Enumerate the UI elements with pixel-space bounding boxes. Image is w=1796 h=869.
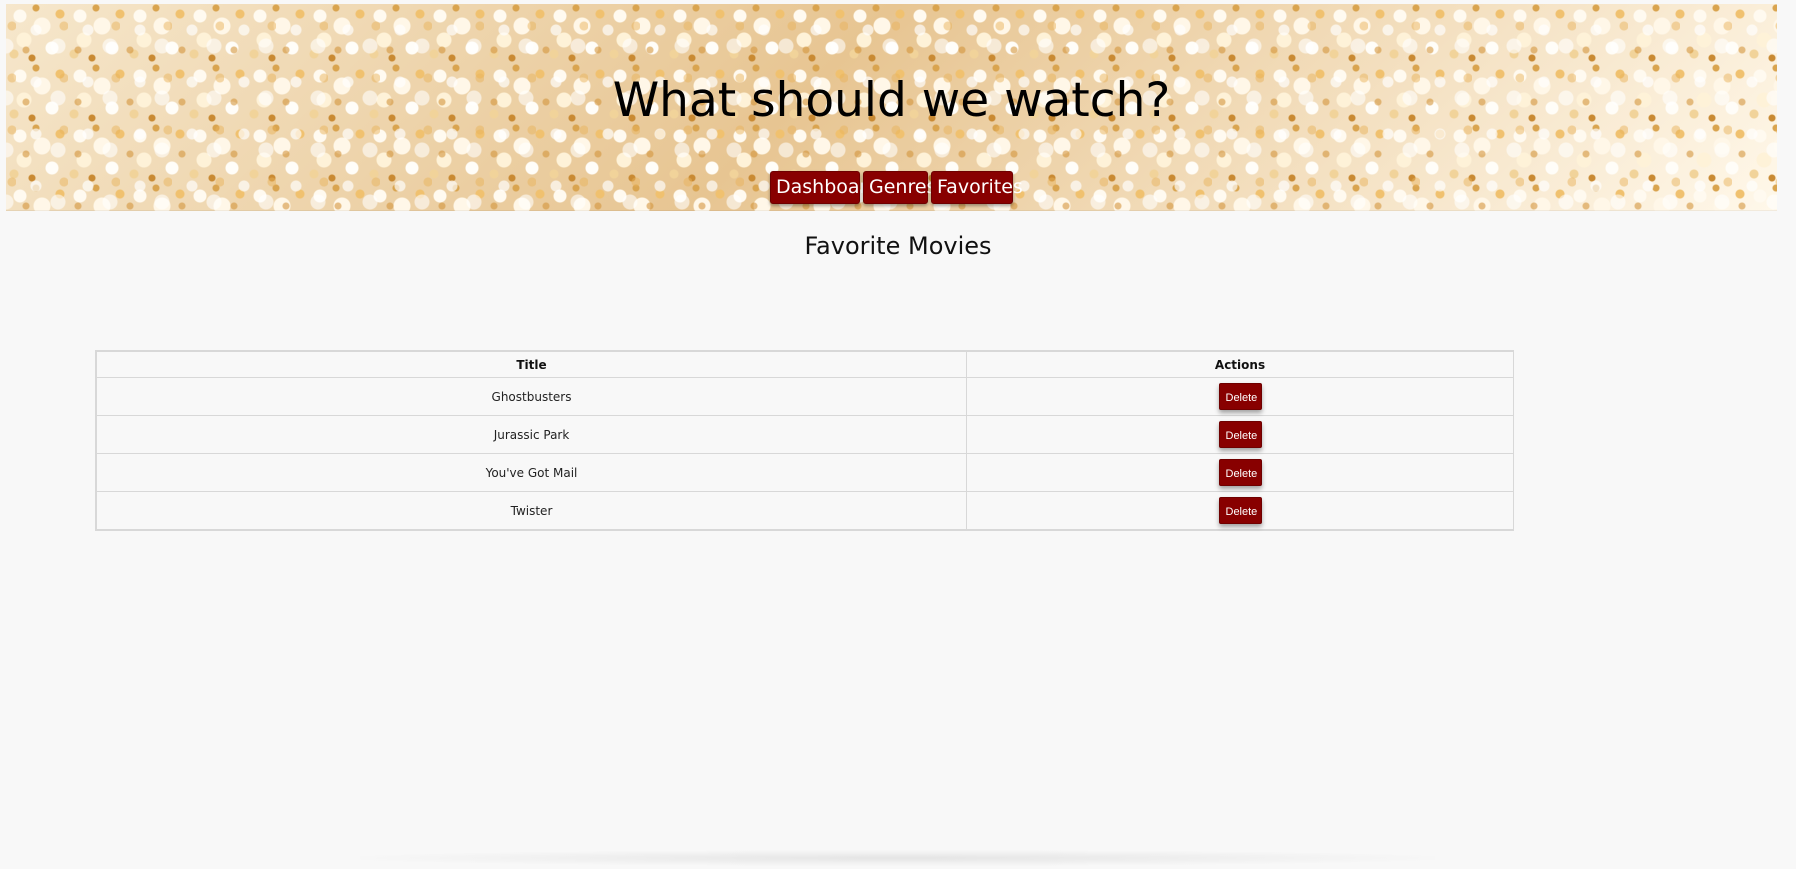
movie-title-cell: You've Got Mail [96,453,967,492]
table-row: Jurassic Park Delete [96,415,1514,454]
dashboard-button[interactable]: Dashboard [770,171,879,204]
actions-column-header: Actions [966,351,1514,378]
favorites-page: What should we watch? Dashboard Genres F… [0,0,1796,869]
movie-title-cell: Ghostbusters [96,377,967,416]
table-row: Ghostbusters Delete [96,377,1514,416]
actions-cell: Delete [966,377,1514,416]
table-row: You've Got Mail Delete [96,453,1514,492]
delete-button[interactable]: Delete [1218,459,1262,486]
movie-title-cell: Twister [96,491,967,530]
title-column-header: Title [96,351,967,378]
favorite-movies-heading: Favorite Movies [804,232,992,260]
movie-title-cell: Jurassic Park [96,415,967,454]
genres-button[interactable]: Genres [863,171,936,204]
table-body: Ghostbusters Delete Jurassic Park Delete… [96,377,1514,530]
actions-cell: Delete [966,415,1514,454]
table-header-row: Title Actions [96,351,1514,378]
actions-cell: Delete [966,491,1514,530]
favorite-movies-table-container: Title Actions Ghostbusters Delete Jurass… [95,350,1514,531]
delete-button[interactable]: Delete [1218,421,1262,448]
popcorn-banner: What should we watch? Dashboard Genres F… [6,4,1777,211]
bottom-edge-shadow [360,850,1435,866]
favorites-button[interactable]: Favorites [931,171,1023,204]
delete-button[interactable]: Delete [1218,383,1262,410]
main-navigation: Dashboard Genres Favorites [6,171,1777,204]
delete-button[interactable]: Delete [1218,497,1262,524]
page-title: What should we watch? [612,73,1171,128]
favorite-movies-table: Title Actions Ghostbusters Delete Jurass… [96,351,1514,530]
table-header: Title Actions [96,351,1514,378]
table-row: Twister Delete [96,491,1514,530]
actions-cell: Delete [966,453,1514,492]
